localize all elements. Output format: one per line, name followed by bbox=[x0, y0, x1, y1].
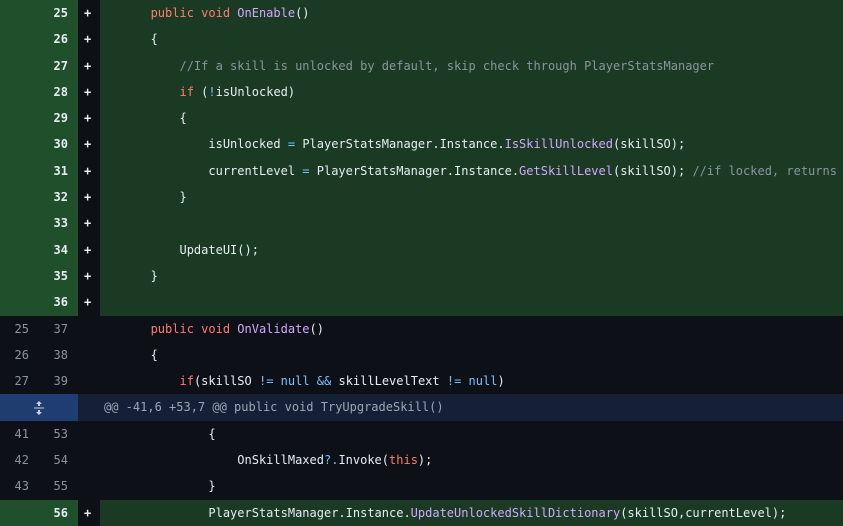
diff-line: 43 55 } bbox=[0, 473, 843, 500]
old-line-number[interactable] bbox=[0, 26, 39, 53]
diff-line: 31 + currentLevel = PlayerStatsManager.In… bbox=[0, 157, 843, 185]
new-line-number[interactable]: 56 bbox=[39, 499, 78, 526]
old-line-number[interactable] bbox=[0, 289, 39, 316]
new-line-number[interactable]: 36 bbox=[39, 289, 78, 316]
old-line-number[interactable]: 41 bbox=[0, 421, 39, 447]
new-line-number[interactable]: 39 bbox=[39, 368, 78, 394]
old-line-number[interactable] bbox=[0, 0, 39, 27]
diff-line: 35 + } bbox=[0, 262, 843, 290]
old-line-number[interactable] bbox=[0, 262, 39, 290]
code-text: UpdateUI(); bbox=[100, 236, 843, 263]
new-line-number[interactable]: 29 bbox=[39, 105, 78, 132]
diff-marker: + bbox=[84, 58, 92, 73]
diff-line: 27 + //If a skill is unlocked by default,… bbox=[0, 52, 843, 79]
diff-marker: + bbox=[84, 242, 92, 257]
new-line-number[interactable]: 34 bbox=[39, 236, 78, 263]
old-line-number[interactable]: 26 bbox=[0, 342, 39, 368]
diff-marker: + bbox=[84, 32, 92, 47]
diff-line: 41 53 { bbox=[0, 420, 843, 448]
diff-marker bbox=[78, 447, 100, 473]
old-line-number[interactable] bbox=[0, 157, 39, 185]
diff-marker: + bbox=[84, 111, 92, 126]
code-text: { bbox=[100, 26, 843, 53]
code-text: if(skillSO != null && skillLevelText != … bbox=[179, 374, 505, 389]
diff-line: 32 + } bbox=[0, 184, 843, 211]
code-text: PlayerStatsManager.Instance.UpdateUnlock… bbox=[100, 499, 843, 526]
new-line-number[interactable]: 35 bbox=[39, 262, 78, 290]
diff-marker: + bbox=[84, 190, 92, 205]
old-line-number[interactable]: 43 bbox=[0, 473, 39, 499]
diff-line: 33 + bbox=[0, 210, 843, 237]
diff-marker: + bbox=[84, 216, 92, 231]
code-text: if (!isUnlocked) bbox=[100, 78, 843, 106]
diff-marker: + bbox=[84, 268, 92, 283]
old-line-number[interactable] bbox=[0, 131, 39, 158]
diff-line: 28 + if (!isUnlocked) bbox=[0, 78, 843, 106]
new-line-number[interactable]: 37 bbox=[39, 316, 78, 342]
code-text: { bbox=[208, 426, 216, 441]
old-line-number[interactable] bbox=[0, 184, 39, 211]
diff-marker bbox=[78, 473, 100, 499]
old-line-number[interactable] bbox=[0, 78, 39, 106]
diff-line: 26 + { bbox=[0, 26, 843, 53]
diff-line: 25 + public void OnEnable() bbox=[0, 0, 843, 27]
hunk-header-text: @@ -41,6 +53,7 @@ public void TryUpgrade… bbox=[104, 400, 444, 415]
old-line-number[interactable]: 25 bbox=[0, 316, 39, 342]
code-text: isUnlocked = PlayerStatsManager.Instance… bbox=[100, 131, 843, 158]
diff-marker bbox=[78, 316, 100, 342]
code-text: { bbox=[150, 347, 158, 362]
diff-marker: + bbox=[84, 295, 92, 310]
expand-icon[interactable] bbox=[0, 394, 78, 421]
new-line-number[interactable]: 53 bbox=[39, 421, 78, 447]
old-line-number[interactable] bbox=[0, 236, 39, 263]
old-line-number[interactable] bbox=[0, 105, 39, 132]
diff-line: 30 + isUnlocked = PlayerStatsManager.Inst… bbox=[0, 131, 843, 158]
new-line-number[interactable]: 55 bbox=[39, 473, 78, 499]
code-text: public void OnEnable() bbox=[100, 0, 843, 27]
code-text: } bbox=[208, 479, 216, 494]
old-line-number[interactable] bbox=[0, 499, 39, 526]
diff-line: 29 + { bbox=[0, 105, 843, 132]
code-text: //If a skill is unlocked by default, ski… bbox=[100, 52, 843, 79]
new-line-number[interactable]: 26 bbox=[39, 26, 78, 53]
code-text: OnSkillMaxed?.Invoke(this); bbox=[237, 453, 433, 468]
old-line-number[interactable] bbox=[0, 52, 39, 79]
old-line-number[interactable]: 27 bbox=[0, 368, 39, 394]
diff-view: 25 + public void OnEnable() 26 + {27 + //If … bbox=[0, 0, 843, 526]
diff-marker: + bbox=[84, 137, 92, 152]
diff-marker bbox=[78, 342, 100, 368]
diff-marker bbox=[78, 421, 100, 447]
hunk-header: @@ -41,6 +53,7 @@ public void TryUpgrade… bbox=[0, 394, 843, 421]
diff-line: 36 + bbox=[0, 289, 843, 316]
code-text bbox=[100, 289, 843, 316]
new-line-number[interactable]: 30 bbox=[39, 131, 78, 158]
new-line-number[interactable]: 54 bbox=[39, 447, 78, 473]
new-line-number[interactable]: 25 bbox=[39, 0, 78, 27]
diff-marker: + bbox=[84, 6, 92, 20]
diff-line: 56 + PlayerStatsManager.Instance.UpdateUn… bbox=[0, 499, 843, 526]
new-line-number[interactable]: 32 bbox=[39, 184, 78, 211]
new-line-number[interactable]: 33 bbox=[39, 210, 78, 237]
code-text bbox=[100, 210, 843, 237]
diff-marker: + bbox=[84, 163, 92, 178]
diff-marker: + bbox=[84, 84, 92, 99]
code-text: currentLevel = PlayerStatsManager.Instan… bbox=[100, 157, 843, 185]
code-text: } bbox=[100, 262, 843, 290]
new-line-number[interactable]: 38 bbox=[39, 342, 78, 368]
diff-line: 42 54 OnSkillMaxed?.Invoke(this); bbox=[0, 447, 843, 474]
diff-line: 25 37 public void OnValidate() bbox=[0, 315, 843, 342]
diff-line: 34 + UpdateUI(); bbox=[0, 236, 843, 263]
old-line-number[interactable]: 42 bbox=[0, 447, 39, 473]
new-line-number[interactable]: 31 bbox=[39, 157, 78, 185]
new-line-number[interactable]: 27 bbox=[39, 52, 78, 79]
code-text: } bbox=[100, 184, 843, 211]
code-text: { bbox=[100, 105, 843, 132]
code-text: public void OnValidate() bbox=[150, 321, 324, 336]
diff-marker: + bbox=[84, 505, 92, 520]
old-line-number[interactable] bbox=[0, 210, 39, 237]
new-line-number[interactable]: 28 bbox=[39, 78, 78, 106]
diff-marker bbox=[78, 368, 100, 394]
diff-line: 26 38 { bbox=[0, 341, 843, 369]
diff-line: 27 39 if(skillSO != null && skillLevelTex… bbox=[0, 368, 843, 395]
